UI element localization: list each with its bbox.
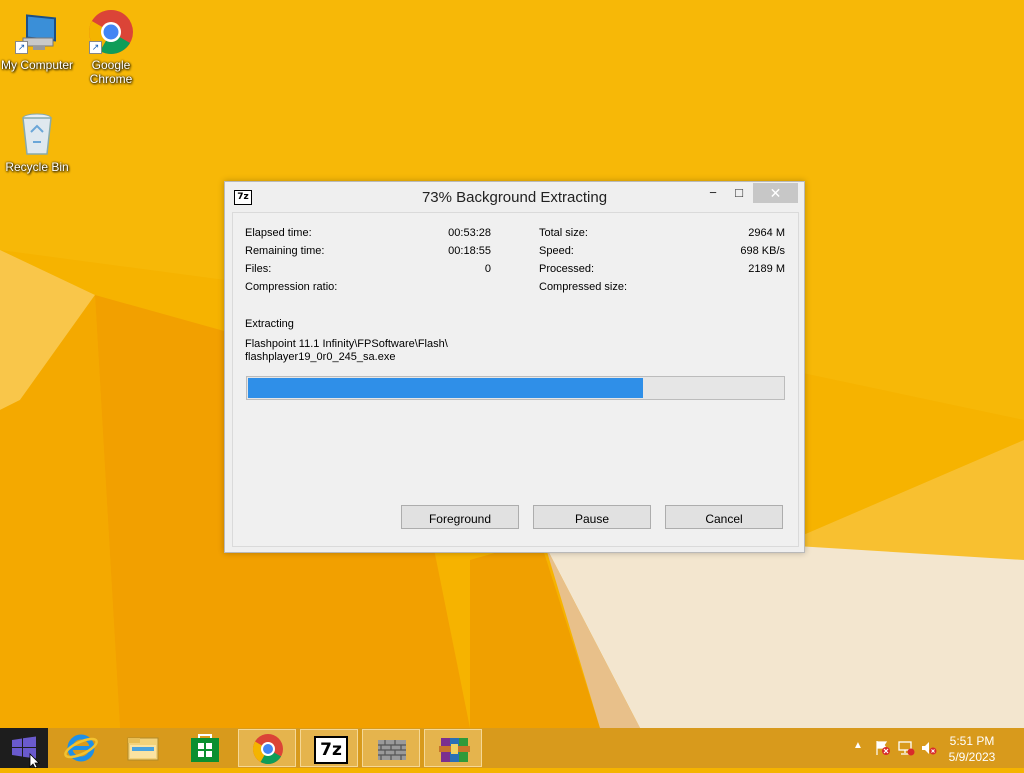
speed-value: 698 KB/s [740,245,785,257]
processed-label: Processed: [539,263,595,275]
total-size-label: Total size: [539,227,588,239]
system-tray: ▲ [850,728,940,768]
winrar-icon [439,738,470,762]
elapsed-time-label: Elapsed time: [245,227,312,239]
7zip-icon: 7z [314,736,348,764]
speed-label: Speed: [539,245,574,257]
shortcut-arrow-icon: ↗ [89,41,102,54]
minimize-button[interactable]: − [700,183,726,203]
taskbar-chrome[interactable] [238,729,296,767]
wall-app-icon [378,740,406,760]
desktop-icon-label: Google Chrome [89,58,133,86]
store-icon [191,734,219,762]
taskbar: 7z ▲ 5:51 PM 5/9/2023 [0,728,1024,769]
start-button[interactable] [0,728,48,769]
processed-value: 2189 M [748,263,785,275]
files-label: Files: [245,263,272,275]
taskbar-internet-explorer[interactable] [52,729,110,767]
chrome-icon [252,734,283,765]
desktop-icon-label: Recycle Bin [5,160,69,174]
compression-ratio-label: Compression ratio: [245,281,338,293]
internet-explorer-icon [64,734,98,762]
dialog-titlebar[interactable]: 7z 73% Background Extracting − □ ✕ [225,182,804,212]
cancel-button[interactable]: Cancel [665,505,783,529]
taskbar-7zip[interactable]: 7z [300,729,358,767]
chrome-icon: ↗ [87,8,135,56]
volume-muted-icon[interactable] [920,740,938,756]
dialog-body: Elapsed time: 00:53:28 Remaining time: 0… [232,212,799,547]
shortcut-arrow-icon: ↗ [15,41,28,54]
remaining-time-label: Remaining time: [245,245,325,257]
progress-fill [248,378,643,398]
desktop-icon-recycle-bin[interactable]: Recycle Bin [0,110,74,174]
clock-time: 5:51 PM [949,734,995,748]
current-file-path: Flashpoint 11.1 Infinity\FPSoftware\Flas… [245,338,448,350]
desktop-icon-google-chrome[interactable]: ↗ Google Chrome [74,8,148,86]
file-explorer-icon [127,737,159,761]
action-center-flag-icon[interactable] [874,740,892,756]
windows-logo-icon [12,736,40,769]
files-value: 0 [484,263,491,275]
remaining-time-value: 00:18:55 [448,245,491,257]
pause-button[interactable]: Pause [533,505,651,529]
desktop-icon-my-computer[interactable]: ↗ My Computer [0,8,74,72]
extract-progress-bar [246,376,785,400]
clock-date: 5/9/2023 [948,750,996,764]
compressed-size-label: Compressed size: [539,281,628,293]
show-hidden-icons-icon[interactable]: ▲ [853,740,863,751]
elapsed-time-value: 00:53:28 [448,227,491,239]
taskbar-winrar[interactable] [424,729,482,767]
maximize-button[interactable]: □ [726,183,752,203]
taskbar-wall-app[interactable] [362,729,420,767]
current-file-name: flashplayer19_0r0_245_sa.exe [245,351,396,363]
network-icon[interactable] [897,740,915,756]
operation-label: Extracting [245,318,294,330]
taskbar-file-explorer[interactable] [114,729,172,767]
desktop-icon-label: My Computer [0,58,74,72]
computer-icon: ↗ [13,8,61,56]
taskbar-clock[interactable]: 5:51 PM 5/9/2023 [942,733,1002,765]
total-size-value: 2964 M [748,227,785,239]
recycle-bin-icon [13,110,61,158]
taskbar-store[interactable] [176,729,234,767]
close-button[interactable]: ✕ [753,183,798,203]
foreground-button[interactable]: Foreground [401,505,519,529]
extract-progress-dialog: 7z 73% Background Extracting − □ ✕ Elaps… [224,181,805,553]
